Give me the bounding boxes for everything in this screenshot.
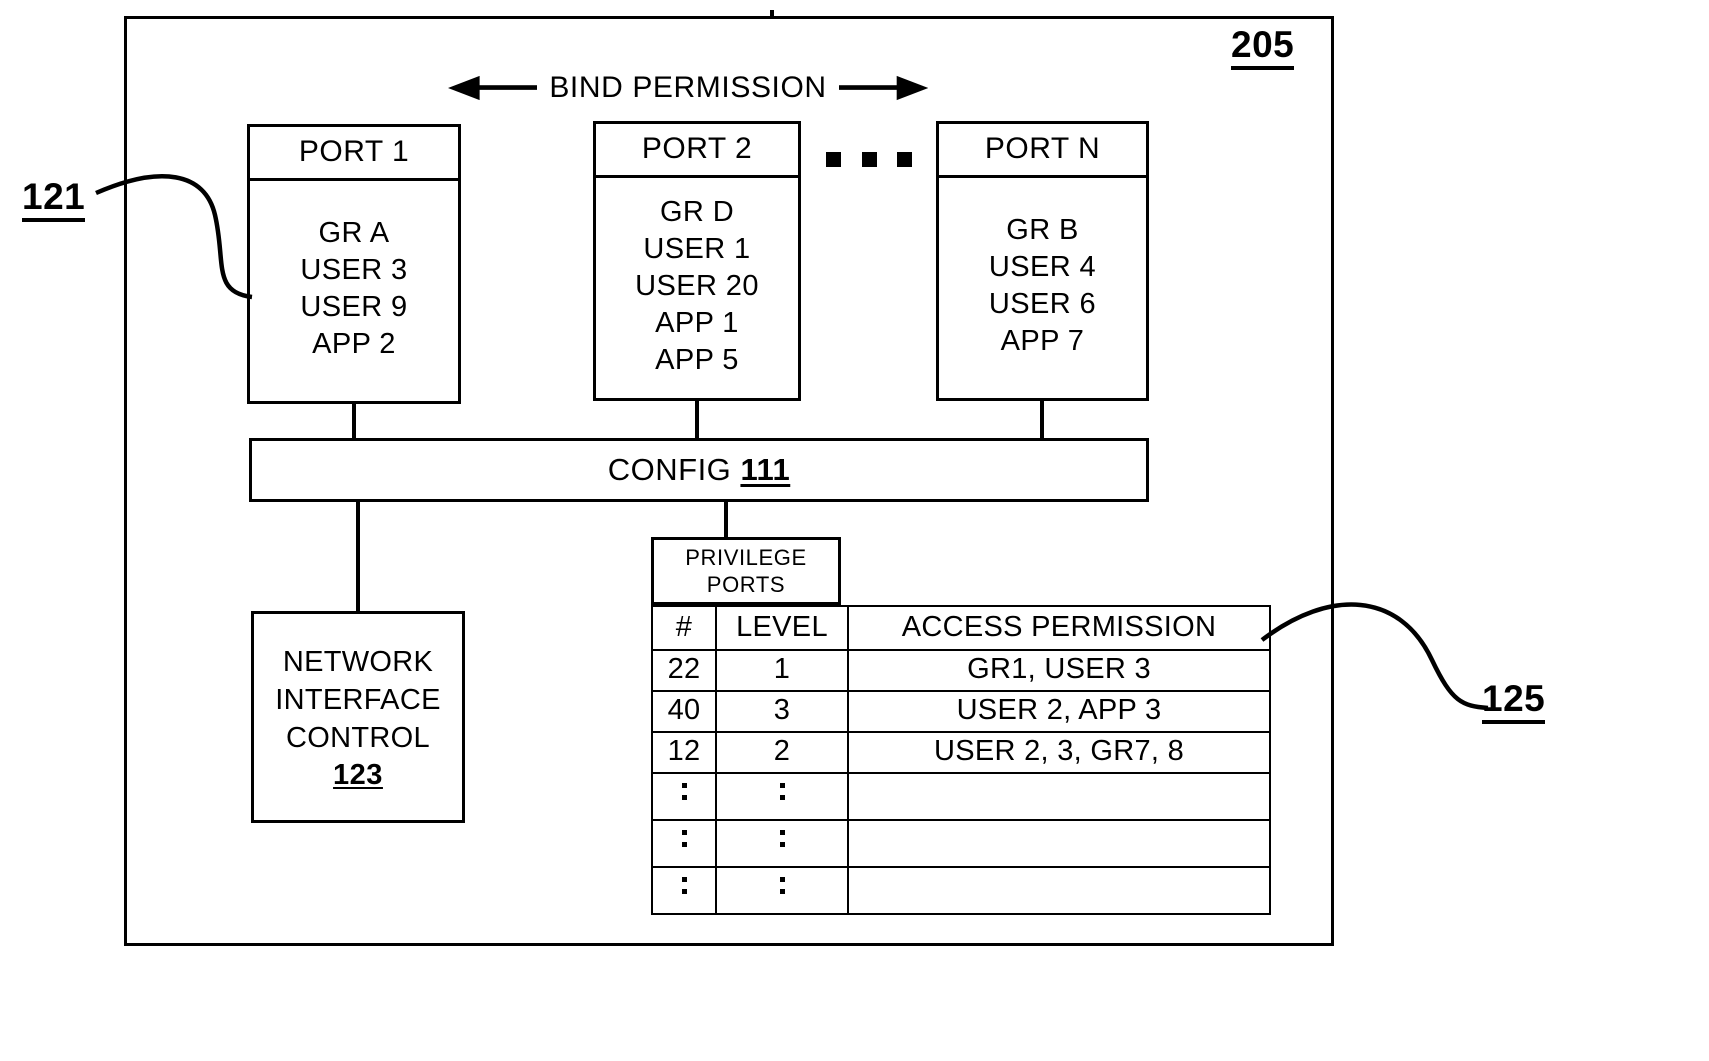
config-reference-numeral: 111: [740, 452, 791, 487]
cell-level: 1: [715, 649, 849, 692]
port-entry: APP 1: [655, 306, 739, 339]
reference-numeral-ports-group: 121: [22, 177, 86, 222]
table-continuation-row: [651, 819, 1271, 868]
nic-reference-numeral: 123: [333, 758, 383, 791]
cell-number: 40: [651, 690, 717, 733]
figure-canvas: 205 121 125 BIND PERMISSION PORT 1 GR A …: [0, 0, 1709, 1061]
column-header-number: #: [651, 605, 717, 651]
privilege-ports-title-line-1: PRIVILEGE: [685, 545, 807, 570]
port-box-1[interactable]: PORT 1 GR A USER 3 USER 9 APP 2: [247, 124, 461, 404]
column-header-permission: ACCESS PERMISSION: [847, 605, 1271, 651]
port-n-entries: GR B USER 4 USER 6 APP 7: [939, 178, 1146, 398]
port-2-title: PORT 2: [596, 124, 798, 178]
column-header-level: LEVEL: [715, 605, 849, 651]
port-entry: USER 3: [300, 254, 408, 286]
cell-number: 22: [651, 649, 717, 692]
reference-numeral-privilege-table: 125: [1482, 679, 1546, 724]
table-row[interactable]: 22 1 GR1, USER 3: [651, 649, 1271, 692]
table-row[interactable]: 12 2 USER 2, 3, GR7, 8: [651, 731, 1271, 774]
port-entry: APP 2: [312, 328, 396, 360]
port-entry: USER 4: [988, 251, 1097, 283]
cell-permission: USER 2, 3, GR7, 8: [847, 731, 1271, 774]
port-1-title: PORT 1: [250, 127, 458, 181]
cell-vertical-ellipsis-icon: [651, 819, 717, 868]
nic-label-line-1: NETWORK: [282, 645, 434, 678]
cell-permission-empty: [847, 866, 1271, 915]
cell-vertical-ellipsis-icon: [651, 772, 717, 821]
privilege-ports-title-line-2: PORTS: [706, 572, 786, 597]
port-entry: GR B: [1006, 214, 1079, 246]
cell-permission-empty: [847, 772, 1271, 821]
cell-vertical-ellipsis-icon: [715, 819, 849, 868]
port-entry: USER 9: [300, 291, 408, 323]
arrow-left-icon: [448, 75, 538, 101]
port-entry: USER 1: [643, 232, 751, 265]
port-entry: USER 6: [988, 288, 1097, 320]
config-label: CONFIG 111: [608, 452, 791, 488]
config-text: CONFIG: [607, 452, 732, 487]
arrow-right-icon: [838, 75, 928, 101]
cell-level: 2: [715, 731, 849, 774]
port-box-n[interactable]: PORT N GR B USER 4 USER 6 APP 7: [936, 121, 1149, 401]
port-1-entries: GR A USER 3 USER 9 APP 2: [250, 181, 458, 401]
cell-vertical-ellipsis-icon: [651, 866, 717, 915]
table-continuation-row: [651, 772, 1271, 821]
cell-level: 3: [715, 690, 849, 733]
privilege-ports-title-box: PRIVILEGE PORTS: [651, 537, 841, 605]
bind-permission-annotation: BIND PERMISSION: [448, 68, 928, 108]
port-box-2[interactable]: PORT 2 GR D USER 1 USER 20 APP 1 APP 5: [593, 121, 801, 401]
bind-permission-label: BIND PERMISSION: [549, 71, 827, 104]
port-n-title: PORT N: [939, 124, 1146, 178]
cell-number: 12: [651, 731, 717, 774]
privilege-ports-table[interactable]: # LEVEL ACCESS PERMISSION 22 1 GR1, USER…: [651, 605, 1271, 915]
table-header-row: # LEVEL ACCESS PERMISSION: [651, 605, 1271, 651]
cell-permission-empty: [847, 819, 1271, 868]
cell-vertical-ellipsis-icon: [715, 866, 849, 915]
ports-ellipsis-icon: [826, 148, 912, 170]
cell-permission: GR1, USER 3: [847, 649, 1271, 692]
port-entry: USER 20: [635, 269, 759, 302]
table-continuation-row: [651, 866, 1271, 915]
nic-label-line-2: INTERFACE: [275, 683, 441, 716]
port-entry: GR A: [318, 217, 390, 249]
port-entry: APP 7: [1000, 325, 1085, 357]
port-2-entries: GR D USER 1 USER 20 APP 1 APP 5: [596, 178, 798, 398]
cell-vertical-ellipsis-icon: [715, 772, 849, 821]
nic-label-line-3: CONTROL: [286, 721, 430, 754]
network-interface-control-box[interactable]: NETWORK INTERFACE CONTROL 123: [251, 611, 465, 823]
port-entry: GR D: [659, 195, 735, 228]
table-row[interactable]: 40 3 USER 2, APP 3: [651, 690, 1271, 733]
config-box[interactable]: CONFIG 111: [249, 438, 1149, 502]
cell-permission: USER 2, APP 3: [847, 690, 1271, 733]
port-entry: APP 5: [655, 343, 739, 376]
reference-numeral-system: 205: [1231, 25, 1295, 70]
